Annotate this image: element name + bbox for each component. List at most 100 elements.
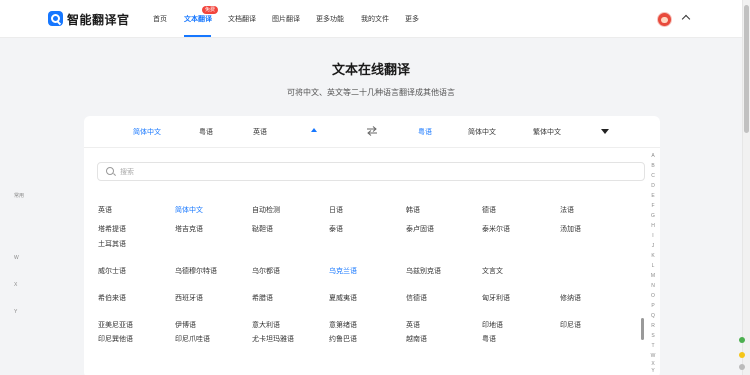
nav-text-translate[interactable]: 文本翻译 [184,14,212,24]
lang-item[interactable]: 尤卡坦玛雅语 [252,334,294,344]
lang-item[interactable]: 夏威夷语 [329,293,357,303]
alpha-index-letter[interactable]: M [650,273,656,279]
lang-item[interactable]: 土耳其语 [98,239,126,249]
lang-item[interactable]: 乌兹别克语 [406,266,441,276]
target-lang-simplified-chinese[interactable]: 简体中文 [468,127,496,137]
lang-item[interactable]: 乌德穆尔特语 [175,266,217,276]
alpha-index-letter[interactable]: F [650,203,656,209]
nav-my-files[interactable]: 我的文件 [361,14,389,24]
page-subtitle: 可将中文、英文等二十几种语言翻译成其他语言 [287,88,455,97]
alpha-index-letter[interactable]: H [650,223,656,229]
alpha-index-letter[interactable]: R [650,323,656,329]
lang-item[interactable]: 约鲁巴语 [329,334,357,344]
lang-item[interactable]: 粤语 [482,334,496,344]
target-lang-cantonese[interactable]: 粤语 [418,127,432,137]
target-dropdown-caret-icon[interactable] [601,129,609,134]
nav-home[interactable]: 首页 [153,14,167,24]
status-dot-gray-icon [739,364,745,370]
alpha-index-letter[interactable]: I [650,233,656,239]
lang-item[interactable]: 印地语 [482,320,503,330]
lang-item[interactable]: 威尔士语 [98,266,126,276]
alpha-index-letter[interactable]: A [650,153,656,159]
section-label-x: X [14,282,18,288]
alpha-index-letter[interactable]: T [650,343,656,349]
lang-item[interactable]: 希伯来语 [98,293,126,303]
page-scrollbar[interactable] [742,0,750,375]
page-title: 文本在线翻译 [331,62,410,77]
brand-name[interactable]: 智能翻译官 [67,11,130,28]
alpha-index-letter[interactable]: G [650,213,656,219]
alpha-index-letter[interactable]: W [650,353,656,359]
lang-item[interactable]: 匈牙利语 [482,293,510,303]
lang-item[interactable]: 泰语 [329,224,343,234]
lang-item[interactable]: 汤加语 [560,224,581,234]
alpha-index-letter[interactable]: D [650,183,656,189]
lang-item[interactable]: 越南语 [406,334,427,344]
lang-item[interactable]: 信德语 [406,293,427,303]
lang-item[interactable]: 泰米尔语 [482,224,510,234]
lang-item[interactable]: 鞑靼语 [252,224,273,234]
lang-item[interactable]: 法语 [560,205,574,215]
lang-item[interactable]: 伊博语 [175,320,196,330]
alpha-index-letter[interactable]: N [650,283,656,289]
lang-item-selected[interactable]: 简体中文 [175,205,203,215]
nav-more[interactable]: 更多 [405,14,419,24]
lang-item[interactable]: 印尼巽他语 [98,334,133,344]
translate-card: 简体中文 粤语 英语 粤语 简体中文 繁体中文 [84,116,660,375]
status-dot-yellow-icon [739,352,745,358]
lang-item[interactable]: 泰卢固语 [406,224,434,234]
language-search-box[interactable] [97,162,645,181]
search-icon [106,167,114,175]
lang-item[interactable]: 塔吉克语 [175,224,203,234]
alpha-index-letter[interactable]: Y [650,368,656,374]
app-logo-icon[interactable] [48,11,63,26]
chevron-up-icon[interactable] [681,14,691,24]
lang-item[interactable]: 意大利语 [252,320,280,330]
lang-item[interactable]: 德语 [482,205,496,215]
alpha-index-letter[interactable]: E [650,193,656,199]
lang-item[interactable]: 英语 [98,205,112,215]
lang-item-highlighted[interactable]: 乌克兰语 [329,266,357,276]
source-lang-cantonese[interactable]: 粤语 [199,127,213,137]
alpha-index-letter[interactable]: J [650,243,656,249]
lang-item[interactable]: 意第绪语 [329,320,357,330]
page-scrollbar-thumb[interactable] [744,5,749,133]
alpha-index-letter[interactable]: S [650,333,656,339]
lang-item[interactable]: 西班牙语 [175,293,203,303]
alpha-index-letter[interactable]: P [650,303,656,309]
lang-item[interactable]: 英语 [406,320,420,330]
section-label-y: Y [14,309,18,315]
lang-item[interactable]: 文言文 [482,266,503,276]
active-nav-underline [184,35,211,37]
lang-item[interactable]: 乌尔都语 [252,266,280,276]
alpha-index-letter[interactable]: L [650,263,656,269]
source-lang-simplified-chinese[interactable]: 简体中文 [133,127,161,137]
lang-item[interactable]: 塔希提语 [98,224,126,234]
alpha-index-letter[interactable]: B [650,163,656,169]
lang-item[interactable]: 印尼爪哇语 [175,334,210,344]
alpha-index-letter[interactable]: K [650,253,656,259]
alpha-index-letter[interactable]: Q [650,313,656,319]
language-search-input[interactable] [120,165,620,179]
section-label-common: 常用 [14,193,25,199]
alpha-index-letter[interactable]: O [650,293,656,299]
swap-arrows-icon[interactable] [366,125,378,137]
source-dropdown-caret-icon[interactable] [311,128,317,132]
lang-item[interactable]: 亚美尼亚语 [98,320,133,330]
alpha-index-letter[interactable]: X [650,361,656,367]
lang-item[interactable]: 希腊语 [252,293,273,303]
nav-document-translate[interactable]: 文档翻译 [228,14,256,24]
nav-image-translate[interactable]: 图片翻译 [272,14,300,24]
lang-item[interactable]: 印尼语 [560,320,581,330]
language-list-scrollbar[interactable] [641,318,644,340]
lang-item[interactable]: 日语 [329,205,343,215]
status-dot-green-icon [739,337,745,343]
target-lang-traditional-chinese[interactable]: 繁体中文 [533,127,561,137]
lang-item[interactable]: 自动检测 [252,205,280,215]
nav-more-features[interactable]: 更多功能 [316,14,344,24]
alpha-index-letter[interactable]: C [650,173,656,179]
source-lang-english[interactable]: 英语 [253,127,267,137]
lang-item[interactable]: 修纳语 [560,293,581,303]
lang-item[interactable]: 韩语 [406,205,420,215]
user-avatar[interactable] [657,12,672,27]
